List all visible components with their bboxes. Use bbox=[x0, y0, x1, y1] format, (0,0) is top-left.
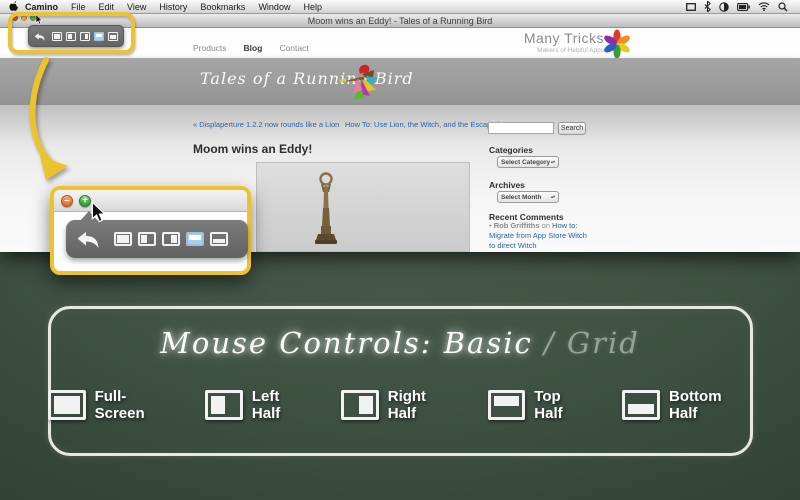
left-half-icon bbox=[205, 390, 243, 420]
display-icon[interactable] bbox=[719, 2, 729, 12]
apple-menu-icon[interactable] bbox=[0, 1, 25, 12]
moom-palette bbox=[66, 220, 248, 258]
pinwheel-logo-icon bbox=[602, 29, 632, 59]
archives-selected-value: Select Month bbox=[501, 194, 541, 201]
legend-label: Full-Screen bbox=[95, 388, 176, 422]
nav-blog[interactable]: Blog bbox=[244, 43, 263, 53]
nav-contact[interactable]: Contact bbox=[279, 43, 308, 53]
nav-products[interactable]: Products bbox=[193, 43, 227, 53]
back-arrow-icon[interactable] bbox=[34, 31, 45, 42]
chalk-title-basic: Basic bbox=[444, 326, 533, 360]
zoom-button[interactable]: + bbox=[79, 195, 91, 207]
mouse-cursor-icon bbox=[35, 14, 43, 25]
brand[interactable]: Many Tricks Makers of Helpful Apps bbox=[524, 30, 604, 54]
menu-item-camino[interactable]: Camino bbox=[25, 2, 58, 12]
right-half-icon[interactable] bbox=[162, 232, 180, 246]
categories-heading: Categories bbox=[489, 145, 533, 155]
archives-select[interactable]: Select Month ▴▾ bbox=[497, 191, 559, 203]
minimize-button[interactable] bbox=[21, 15, 27, 21]
search-input[interactable] bbox=[488, 122, 554, 134]
back-arrow-icon[interactable] bbox=[76, 229, 100, 249]
menu-item-view[interactable]: View bbox=[127, 2, 146, 12]
moom-callout-window: – + bbox=[50, 186, 251, 275]
recent-comment-item: • Rob Griffiths on How to: Migrate from … bbox=[489, 221, 591, 251]
legend-label: Right Half bbox=[388, 388, 458, 422]
full-screen-icon bbox=[48, 390, 86, 420]
brand-name: Many Tricks bbox=[524, 30, 604, 46]
archives-heading: Archives bbox=[489, 180, 525, 190]
categories-selected-value: Select Category bbox=[501, 159, 550, 166]
blog-banner: Tales of a Running Bird bbox=[0, 58, 800, 105]
select-stepper-icon: ▴▾ bbox=[551, 195, 555, 199]
legend-label: Left Half bbox=[252, 388, 311, 422]
desktop: Camino File Edit View History Bookmarks … bbox=[0, 0, 800, 500]
chalk-title-colon: : bbox=[421, 326, 433, 360]
menu-bar: Camino File Edit View History Bookmarks … bbox=[0, 0, 800, 14]
menu-item-bookmarks[interactable]: Bookmarks bbox=[200, 2, 245, 12]
categories-select[interactable]: Select Category ▴▾ bbox=[497, 156, 559, 168]
battery-icon[interactable] bbox=[737, 3, 750, 11]
eddy-statue-icon bbox=[313, 168, 339, 248]
legend-item-right-half: Right Half bbox=[341, 388, 458, 422]
comment-bullet: • bbox=[489, 221, 492, 230]
post-navigation: « Displaperture 1.2.2 now rounds like a … bbox=[193, 120, 473, 129]
comment-author: Rob Griffiths bbox=[494, 221, 540, 230]
menu-item-edit[interactable]: Edit bbox=[99, 2, 115, 12]
nav-blog-label: Blog bbox=[244, 43, 263, 53]
top-half-icon bbox=[488, 390, 526, 420]
comment-connector: on bbox=[542, 221, 550, 230]
prev-post-link[interactable]: « Displaperture 1.2.2 now rounds like a … bbox=[193, 120, 339, 129]
select-stepper-icon: ▴▾ bbox=[551, 160, 555, 164]
menu-status-icons bbox=[686, 1, 800, 12]
chalk-title-grid: Grid bbox=[567, 326, 640, 360]
blog-banner-title: Tales of a Running Bird bbox=[200, 69, 414, 88]
chalk-title: Mouse Controls: Basic / Grid bbox=[0, 326, 800, 360]
window-traffic-lights bbox=[12, 15, 36, 21]
legend-label: Bottom Half bbox=[669, 388, 753, 422]
spotlight-icon[interactable] bbox=[778, 2, 788, 12]
full-screen-icon[interactable] bbox=[52, 32, 62, 41]
menu-item-file[interactable]: File bbox=[71, 2, 86, 12]
bottom-half-icon bbox=[622, 390, 660, 420]
left-half-icon[interactable] bbox=[138, 232, 156, 246]
chalk-title-separator: / bbox=[544, 326, 556, 360]
bluetooth-icon[interactable] bbox=[704, 1, 711, 12]
search-button[interactable]: Search bbox=[558, 122, 586, 135]
mouse-cursor-icon bbox=[91, 201, 106, 223]
next-post-link[interactable]: How To: Use Lion, the Witch, and the Esc… bbox=[345, 120, 485, 129]
full-screen-icon[interactable] bbox=[114, 232, 132, 246]
legend-item-bottom-half: Bottom Half bbox=[622, 388, 753, 422]
menu-item-history[interactable]: History bbox=[159, 2, 187, 12]
left-half-icon[interactable] bbox=[66, 32, 76, 41]
chalk-title-main: Mouse Controls bbox=[160, 326, 421, 360]
legend-item-left-half: Left Half bbox=[205, 388, 311, 422]
moom-menu-icon[interactable] bbox=[686, 3, 696, 11]
bottom-half-icon[interactable] bbox=[108, 32, 118, 41]
legend-item-full-screen: Full-Screen bbox=[48, 388, 175, 422]
menu-item-window[interactable]: Window bbox=[258, 2, 290, 12]
close-button[interactable] bbox=[12, 15, 18, 21]
mouse-controls-legend: Full-Screen Left Half Right Half Top Hal… bbox=[48, 388, 753, 422]
top-half-icon[interactable] bbox=[94, 32, 104, 41]
callout-arrow-annotation bbox=[16, 56, 76, 184]
brand-tagline: Makers of Helpful Apps bbox=[524, 47, 604, 54]
moom-palette-mini bbox=[28, 25, 124, 47]
callout-title-bar: – + bbox=[54, 190, 247, 212]
menu-items: Camino File Edit View History Bookmarks … bbox=[25, 2, 322, 12]
site-nav: Products Blog Contact bbox=[193, 43, 309, 53]
legend-item-top-half: Top Half bbox=[488, 388, 593, 422]
minimize-button[interactable]: – bbox=[61, 195, 73, 207]
window-title: Moom wins an Eddy! - Tales of a Running … bbox=[308, 16, 492, 26]
right-half-icon bbox=[341, 390, 379, 420]
eddy-award-image bbox=[256, 162, 470, 252]
top-half-icon[interactable] bbox=[186, 232, 204, 246]
running-bird-icon bbox=[338, 60, 380, 104]
bottom-half-icon[interactable] bbox=[210, 232, 228, 246]
wifi-icon[interactable] bbox=[758, 2, 770, 11]
legend-label: Top Half bbox=[534, 388, 592, 422]
right-half-icon[interactable] bbox=[80, 32, 90, 41]
menu-item-help[interactable]: Help bbox=[303, 2, 322, 12]
post-title: Moom wins an Eddy! bbox=[193, 142, 312, 156]
